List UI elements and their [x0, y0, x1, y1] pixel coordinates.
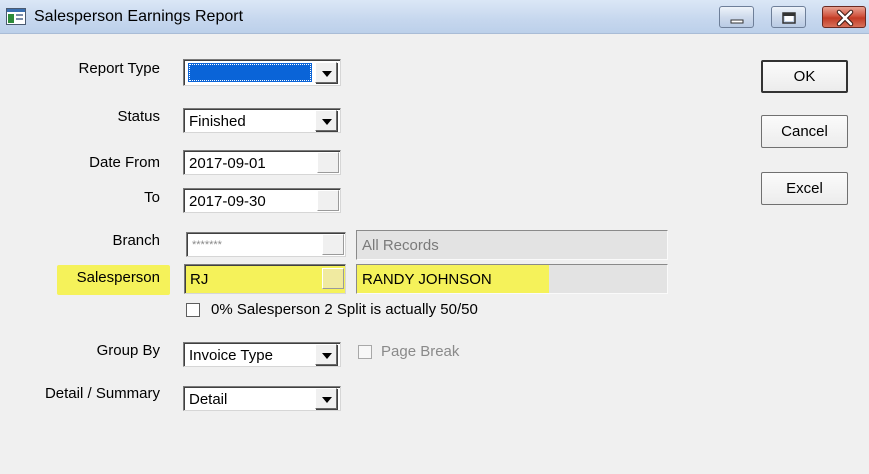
salesperson-value: RJ [190, 271, 209, 288]
cancel-button[interactable]: Cancel [761, 115, 848, 148]
app-icon [6, 8, 26, 25]
group-by-dropdown-button[interactable] [315, 344, 337, 365]
window-title: Salesperson Earnings Report [34, 8, 244, 25]
page-break-checkbox[interactable] [358, 345, 372, 359]
status-dropdown-button[interactable] [315, 110, 337, 131]
status-value: Finished [189, 113, 246, 130]
dropdown-arrow-icon [322, 353, 332, 359]
branch-value: ******* [192, 239, 222, 251]
date-to-field[interactable]: 2017-09-30 [183, 188, 341, 213]
report-type-value [188, 63, 191, 80]
report-type-selected-value [188, 63, 312, 82]
maximize-button[interactable] [771, 6, 806, 28]
salesperson-lookup-button[interactable] [322, 268, 344, 289]
close-button[interactable] [822, 6, 866, 28]
branch-lookup-button[interactable] [322, 234, 344, 255]
report-type-label: Report Type [78, 60, 160, 77]
detail-summary-value: Detail [189, 391, 228, 408]
title-bar: Salesperson Earnings Report [0, 0, 869, 34]
date-from-field[interactable]: 2017-09-01 [183, 150, 341, 175]
close-icon [836, 9, 854, 27]
excel-button[interactable]: Excel [761, 172, 848, 205]
status-select[interactable]: Finished [183, 108, 341, 133]
split-checkbox-label: 0% Salesperson 2 Split is actually 50/50 [211, 301, 478, 318]
salesperson-description: RANDY JOHNSON [356, 264, 668, 294]
branch-label: Branch [112, 232, 160, 249]
group-by-label: Group By [96, 342, 160, 359]
salesperson-field[interactable]: RJ [184, 264, 346, 294]
branch-description: All Records [356, 230, 668, 260]
date-from-lookup-button[interactable] [317, 152, 339, 173]
branch-field[interactable]: ******* [186, 232, 346, 257]
detail-summary-select[interactable]: Detail [183, 386, 341, 411]
report-dialog: Salesperson Earnings Report Report Type [0, 0, 869, 474]
minimize-icon [730, 19, 744, 24]
dropdown-arrow-icon [322, 397, 332, 403]
branch-description-text: All Records [362, 237, 439, 254]
detail-summary-dropdown-button[interactable] [315, 388, 337, 409]
date-from-label: Date From [89, 154, 160, 171]
minimize-button[interactable] [719, 6, 754, 28]
salesperson-label: Salesperson [76, 269, 160, 286]
group-by-select[interactable]: Invoice Type [183, 342, 341, 367]
split-checkbox[interactable] [186, 303, 200, 317]
group-by-value: Invoice Type [189, 347, 273, 364]
report-type-dropdown-button[interactable] [315, 62, 337, 83]
dropdown-arrow-icon [322, 71, 332, 77]
status-label: Status [117, 108, 160, 125]
report-type-select[interactable] [183, 59, 341, 86]
date-to-label: To [144, 189, 160, 206]
date-to-value: 2017-09-30 [189, 193, 266, 210]
detail-summary-label: Detail / Summary [44, 385, 160, 402]
salesperson-description-text: RANDY JOHNSON [362, 271, 492, 288]
ok-button[interactable]: OK [761, 60, 848, 93]
date-from-value: 2017-09-01 [189, 155, 266, 172]
date-to-lookup-button[interactable] [317, 190, 339, 211]
maximize-icon [782, 12, 796, 24]
dropdown-arrow-icon [322, 119, 332, 125]
page-break-label: Page Break [381, 343, 460, 360]
